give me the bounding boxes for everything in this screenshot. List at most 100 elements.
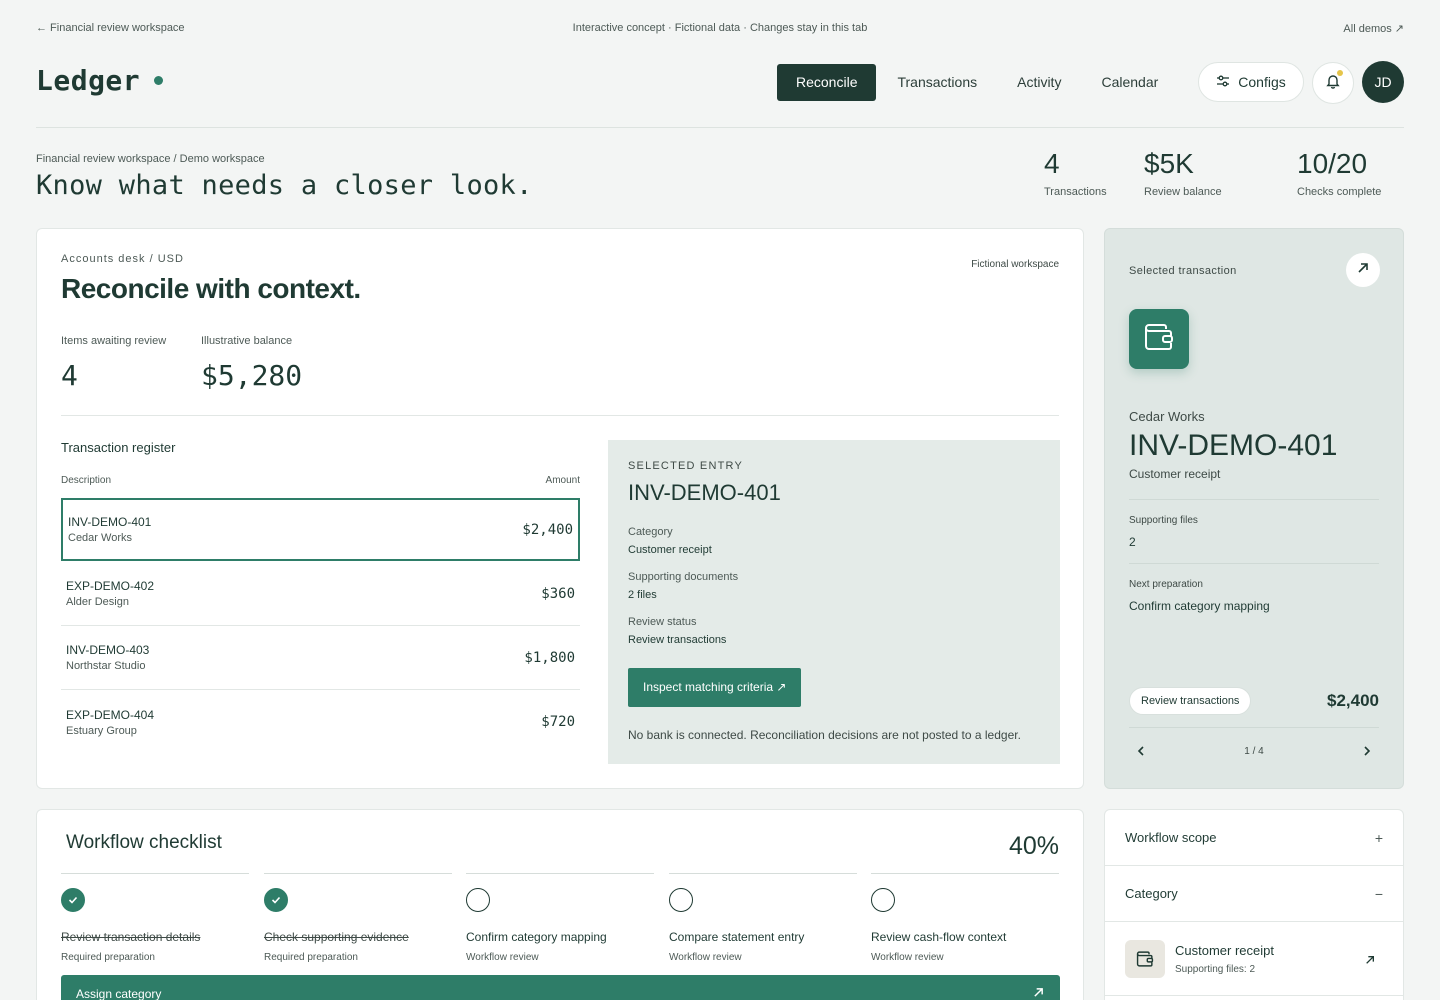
checklist-item: Review cash-flow context Workflow review [871, 873, 1059, 963]
stat-checks-complete: 10/20 Checks complete [1297, 148, 1381, 198]
checklist-item-sub: Required preparation [61, 952, 155, 963]
side-divider [1129, 499, 1379, 500]
accordion-category[interactable]: Category − [1105, 866, 1403, 922]
stat-label: Review balance [1144, 186, 1222, 198]
entry-note: No bank is connected. Reconciliation dec… [628, 728, 1021, 742]
field-key: Review status [628, 616, 697, 628]
stat-label: Checks complete [1297, 186, 1382, 198]
chevron-right-icon [1364, 746, 1371, 756]
checkbox[interactable] [264, 888, 288, 912]
metric-value: $5,280 [201, 359, 303, 392]
column-description: Description [61, 475, 112, 486]
entry-field-category: Category Customer receipt [628, 526, 1040, 556]
checklist-item: Review transaction details Required prep… [61, 873, 249, 963]
checkbox[interactable] [669, 888, 693, 912]
table-row[interactable]: INV-DEMO-401 Cedar Works $2,400 [61, 498, 580, 561]
checklist-item-title: Confirm category mapping [466, 930, 607, 944]
notifications-button[interactable] [1312, 62, 1354, 104]
tab-reconcile[interactable]: Reconcile [777, 64, 877, 101]
side-label: Selected transaction [1129, 265, 1237, 277]
category-item[interactable]: Customer receipt Supporting files: 2 [1105, 922, 1403, 996]
card-divider [61, 415, 1059, 416]
side-amount: $2,400 [1327, 691, 1379, 710]
wallet-icon [1136, 950, 1154, 967]
wallet-icon [1144, 323, 1174, 356]
brand-logo[interactable]: Ledger [36, 64, 164, 97]
all-demos-link[interactable]: All demos ↗ [1343, 22, 1404, 35]
check-icon [68, 896, 78, 904]
side-next: Next preparation Confirm category mappin… [1129, 579, 1270, 613]
metric-value: 4 [61, 359, 78, 392]
checklist-title: Workflow checklist [66, 832, 222, 853]
assign-category-label: Assign category [76, 987, 162, 1000]
brand-dot-icon [154, 76, 164, 85]
category-item-title: Customer receipt [1175, 942, 1274, 958]
stat-label: Transactions [1044, 186, 1107, 198]
prev-button[interactable] [1129, 739, 1153, 763]
assign-category-button[interactable]: Assign category [61, 975, 1060, 1000]
entry-field-status: Review status Review transactions [628, 616, 1040, 646]
entry-field-documents: Supporting documents 2 files [628, 571, 1040, 601]
checkbox[interactable] [871, 888, 895, 912]
arrow-up-right-icon [1357, 261, 1369, 279]
row-vendor: Cedar Works [68, 532, 132, 544]
field-value: Customer receipt [628, 544, 712, 556]
stat-transactions: 4 Transactions [1044, 148, 1107, 198]
next-button[interactable] [1355, 739, 1379, 763]
checkbox[interactable] [61, 888, 85, 912]
selected-entry-panel: SELECTED ENTRY INV-DEMO-401 Category Cus… [608, 440, 1060, 764]
pager-count: 1 / 4 [1244, 745, 1264, 757]
inspect-criteria-button[interactable]: Inspect matching criteria ↗ [628, 668, 802, 707]
checklist-item-sub: Workflow review [669, 952, 742, 963]
accordion-workflow-scope[interactable]: Workflow scope + [1105, 810, 1403, 866]
open-transaction-button[interactable] [1346, 253, 1380, 287]
table-row[interactable]: INV-DEMO-403 Northstar Studio $1,800 [61, 626, 580, 690]
review-transactions-pill[interactable]: Review transactions [1129, 687, 1252, 715]
side-transaction-id: INV-DEMO-401 [1129, 429, 1338, 462]
field-key: Category [628, 526, 673, 538]
tab-transactions[interactable]: Transactions [878, 64, 996, 101]
row-id: EXP-DEMO-402 [66, 579, 155, 593]
row-vendor: Estuary Group [66, 724, 137, 737]
side-next-label: Next preparation [1129, 579, 1203, 590]
pager: 1 / 4 [1129, 739, 1379, 763]
checklist-item: Check supporting evidence Required prepa… [264, 873, 452, 963]
avatar[interactable]: JD [1362, 61, 1404, 103]
workflow-checklist-card: Workflow checklist 40% Review transactio… [36, 809, 1084, 1000]
stat-value: $5K [1144, 148, 1194, 179]
tab-calendar[interactable]: Calendar [1082, 64, 1177, 101]
checklist-item-sub: Workflow review [871, 952, 944, 963]
side-transaction-type: Customer receipt [1129, 467, 1221, 481]
sliders-icon [1216, 74, 1230, 91]
brand-name: Ledger [36, 64, 141, 97]
row-amount: $360 [541, 585, 575, 602]
field-value: Review transactions [628, 634, 727, 646]
check-icon [271, 896, 281, 904]
side-files-value: 2 [1129, 535, 1136, 549]
row-vendor: Alder Design [66, 596, 129, 608]
register-title: Transaction register [61, 440, 176, 455]
field-key: Supporting documents [628, 571, 739, 583]
checkbox[interactable] [466, 888, 490, 912]
header-divider [36, 127, 1404, 128]
breadcrumb: Financial review workspace / Demo worksp… [36, 153, 265, 165]
plus-icon: + [1374, 829, 1383, 846]
metric-label: Illustrative balance [201, 335, 293, 347]
side-vendor: Cedar Works [1129, 409, 1205, 424]
row-amount: $720 [541, 714, 575, 730]
table-row[interactable]: EXP-DEMO-402 Alder Design $360 [61, 562, 580, 626]
selected-transaction-card: Selected transaction Cedar Works INV-DEM… [1104, 228, 1404, 789]
card-eyebrow: Accounts desk / USD [61, 253, 184, 265]
entry-label: SELECTED ENTRY [628, 460, 744, 472]
table-row[interactable]: EXP-DEMO-404 Estuary Group $720 [61, 690, 580, 754]
tab-activity[interactable]: Activity [998, 64, 1080, 101]
page-title: Know what needs a closer look. [36, 170, 533, 201]
side-next-value: Confirm category mapping [1129, 599, 1270, 613]
fictional-badge: Fictional workspace [971, 259, 1059, 270]
main-nav: Reconcile Transactions Activity Calendar [777, 64, 1179, 101]
card-title: Reconcile with context. [61, 273, 361, 304]
notification-dot [1337, 70, 1343, 76]
accordion-label: Workflow scope [1125, 830, 1217, 845]
configs-button[interactable]: Configs [1198, 62, 1304, 102]
accordion-label: Category [1125, 886, 1178, 901]
